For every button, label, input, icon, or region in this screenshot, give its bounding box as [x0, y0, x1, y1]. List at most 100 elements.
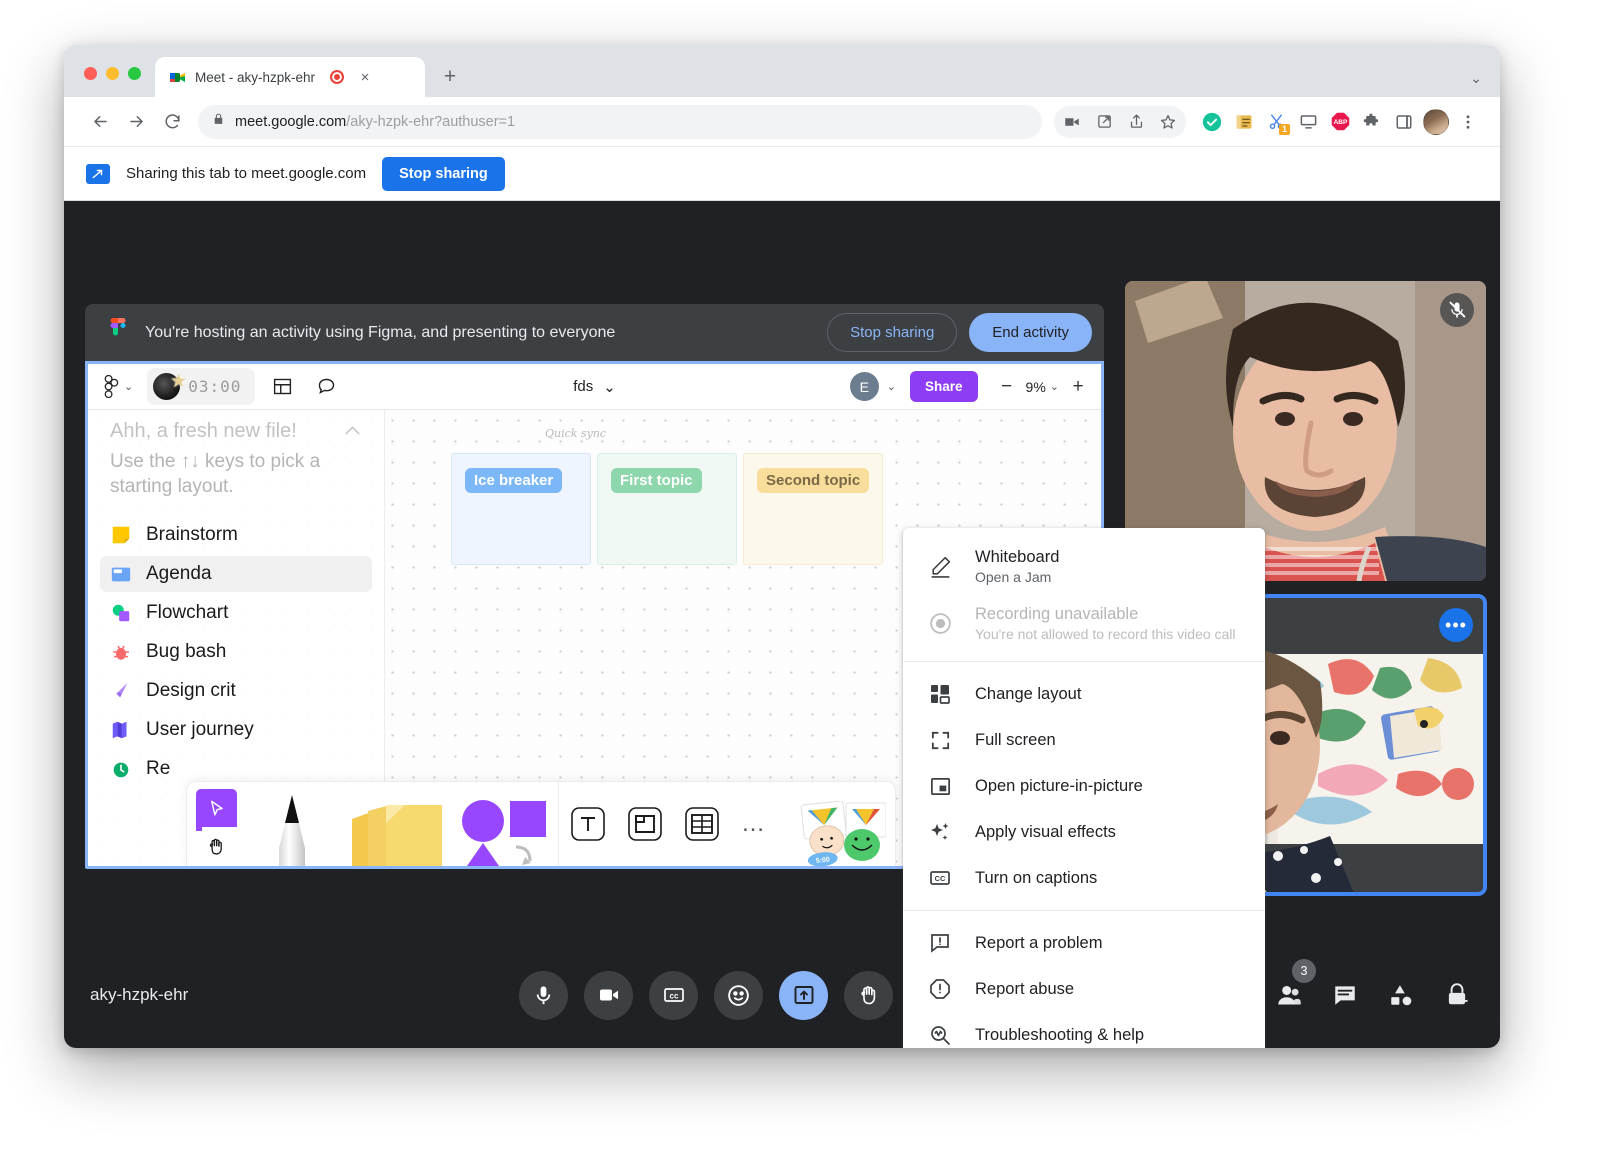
close-tab-button[interactable]: × — [355, 67, 375, 87]
shapes-tool[interactable] — [445, 781, 558, 866]
captions-button[interactable]: cc — [649, 971, 698, 1020]
template-label: Re — [146, 758, 170, 780]
menu-item-apply-visual-effects[interactable]: Apply visual effects — [903, 809, 1265, 855]
chevron-down-icon[interactable]: ⌄ — [1050, 380, 1059, 393]
grammarly-extension-icon[interactable] — [1196, 106, 1228, 138]
menu-item-full-screen[interactable]: Full screen — [903, 717, 1265, 763]
stickers-tool[interactable]: 5:00 — [778, 781, 886, 866]
cursor-tool[interactable] — [196, 789, 237, 827]
template-item-flowchart[interactable]: Flowchart — [100, 595, 372, 631]
layout-hint-text: Use the ↑↓ keys to pick a starting layou… — [110, 450, 362, 499]
figma-filename-text: fds — [573, 378, 593, 395]
microphone-button[interactable] — [519, 971, 568, 1020]
zoom-in-button[interactable]: + — [1063, 372, 1093, 402]
new-tab-button[interactable]: + — [435, 62, 465, 92]
forward-arrow-icon[interactable] — [120, 106, 152, 138]
template-label: Design crit — [146, 680, 236, 702]
reactions-button[interactable] — [714, 971, 763, 1020]
minimize-window-button[interactable] — [106, 67, 119, 80]
menu-item-title: Report a problem — [975, 934, 1102, 953]
camera-button[interactable] — [584, 971, 633, 1020]
agenda-icon — [110, 563, 132, 585]
menu-item-whiteboard[interactable]: Whiteboard Open a Jam — [903, 538, 1265, 595]
figma-share-button[interactable]: Share — [910, 371, 978, 402]
template-label: User journey — [146, 719, 254, 741]
browser-tab-meet[interactable]: Meet - aky-hzpk-ehr × — [155, 57, 425, 97]
bookmark-star-icon[interactable] — [1152, 106, 1184, 138]
adblock-plus-icon[interactable]: ABP — [1324, 106, 1356, 138]
menu-item-text: Troubleshooting & help — [975, 1026, 1144, 1045]
tab-sharing-bar: Sharing this tab to meet.google.com Stop… — [64, 147, 1500, 201]
chat-button[interactable] — [1328, 978, 1362, 1012]
template-item-brainstorm[interactable]: Brainstorm — [100, 517, 372, 553]
pen-tool-icon — [110, 680, 132, 702]
cast-desktop-icon[interactable] — [1292, 106, 1324, 138]
hand-tool[interactable] — [196, 827, 237, 866]
menu-item-report-abuse[interactable]: Report abuse — [903, 966, 1265, 1012]
end-activity-button[interactable]: End activity — [969, 313, 1092, 352]
template-item-user-journey[interactable]: User journey — [100, 712, 372, 748]
people-button[interactable]: 3 — [1272, 978, 1306, 1012]
close-window-button[interactable] — [84, 67, 97, 80]
host-controls-button[interactable] — [1440, 978, 1474, 1012]
activities-button[interactable] — [1384, 978, 1418, 1012]
scissors-extension-icon[interactable]: 1 — [1260, 106, 1292, 138]
menu-item-troubleshooting-help[interactable]: Troubleshooting & help — [903, 1012, 1265, 1048]
svg-text:5:00: 5:00 — [816, 857, 831, 865]
profile-avatar[interactable] — [1420, 106, 1452, 138]
figma-menu-button[interactable]: ⌄ — [102, 375, 133, 398]
more-horizontal-icon[interactable]: ••• — [1439, 608, 1473, 642]
comment-bubble-icon[interactable] — [309, 370, 343, 404]
agenda-column-first-topic[interactable]: First topic — [597, 453, 737, 565]
stop-sharing-button[interactable]: Stop sharing — [382, 157, 505, 191]
pen-marker-tool[interactable] — [245, 781, 340, 866]
more-tools-button[interactable]: … — [730, 781, 778, 866]
figma-banner-text: You're hosting an activity using Figma, … — [145, 324, 827, 342]
menu-item-picture-in-picture[interactable]: Open picture-in-picture — [903, 763, 1265, 809]
raise-hand-button[interactable] — [844, 971, 893, 1020]
template-label: Flowchart — [146, 602, 228, 624]
menu-item-change-layout[interactable]: Change layout — [903, 671, 1265, 717]
chevron-down-icon[interactable]: ⌄ — [887, 380, 896, 393]
template-item-bug-bash[interactable]: Bug bash — [100, 634, 372, 670]
menu-item-report-a-problem[interactable]: Report a problem — [903, 920, 1265, 966]
chevron-up-icon[interactable] — [343, 420, 362, 442]
menu-item-text: Report abuse — [975, 980, 1074, 999]
browser-tab-title: Meet - aky-hzpk-ehr — [195, 70, 315, 85]
template-item-agenda[interactable]: Agenda — [100, 556, 372, 592]
sticky-note-tool[interactable] — [340, 781, 445, 866]
stop-sharing-activity-button[interactable]: Stop sharing — [827, 313, 957, 352]
share-icon[interactable] — [1120, 106, 1152, 138]
agenda-tag: First topic — [611, 468, 702, 493]
menu-item-turn-on-captions[interactable]: CC Turn on captions — [903, 855, 1265, 901]
url-path: /aky-hzpk-ehr?authuser=1 — [346, 114, 515, 130]
template-item-design-crit[interactable]: Design crit — [100, 673, 372, 709]
figma-user-avatar[interactable]: E — [850, 372, 879, 401]
menu-item-text: Recording unavailable You're not allowed… — [975, 605, 1236, 642]
google-meet-stage: You're hosting an activity using Figma, … — [64, 201, 1500, 1048]
menu-item-text: Change layout — [975, 685, 1081, 704]
section-tool[interactable] — [616, 781, 673, 866]
address-bar[interactable]: meet.google.com/aky-hzpk-ehr?authuser=1 — [198, 105, 1042, 139]
extensions-puzzle-icon[interactable] — [1356, 106, 1388, 138]
agenda-column-ice-breaker[interactable]: Ice breaker — [451, 453, 591, 565]
table-tool[interactable] — [673, 781, 730, 866]
present-button[interactable] — [779, 971, 828, 1020]
video-camera-icon[interactable] — [1056, 106, 1088, 138]
recording-dot-icon — [330, 70, 344, 84]
back-arrow-icon[interactable] — [84, 106, 116, 138]
side-panel-icon[interactable] — [1388, 106, 1420, 138]
text-tool[interactable] — [559, 781, 616, 866]
figma-timer-widget[interactable]: ★ 03:00 — [147, 368, 255, 405]
agenda-column-second-topic[interactable]: Second topic — [743, 453, 883, 565]
open-in-new-icon[interactable] — [1088, 106, 1120, 138]
menu-item-title: Troubleshooting & help — [975, 1026, 1144, 1045]
chevron-down-icon[interactable]: ⌄ — [1470, 70, 1482, 87]
notes-extension-icon[interactable] — [1228, 106, 1260, 138]
address-bar-text: meet.google.com/aky-hzpk-ehr?authuser=1 — [235, 114, 515, 130]
layout-grid-icon[interactable] — [265, 370, 299, 404]
reload-icon[interactable] — [156, 106, 188, 138]
three-dot-menu-icon[interactable] — [1452, 106, 1484, 138]
maximize-window-button[interactable] — [128, 67, 141, 80]
zoom-out-button[interactable]: − — [992, 372, 1022, 402]
